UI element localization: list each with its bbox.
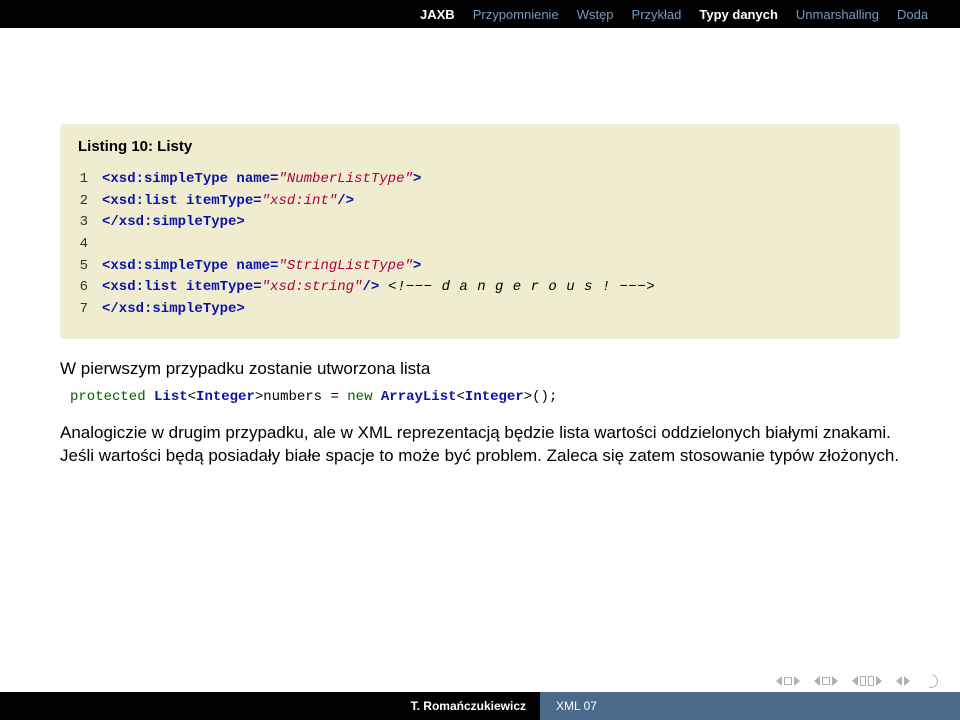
nav-frame-prev-next[interactable]	[814, 676, 838, 686]
nav-doc-prev-next[interactable]	[896, 676, 910, 686]
nav-item-wstep[interactable]: Wstęp	[577, 7, 614, 22]
prev-doc-icon[interactable]	[896, 676, 902, 686]
replay-icon[interactable]	[921, 671, 940, 690]
next-section-icon[interactable]	[876, 676, 882, 686]
paragraph-2: Analogiczie w drugim przypadku, ale w XM…	[60, 421, 900, 469]
next-frame-icon[interactable]	[832, 676, 838, 686]
prev-section-icon[interactable]	[852, 676, 858, 686]
footer-bar: T. Romańczukiewicz XML 07	[0, 692, 960, 720]
frame-box-icon	[822, 677, 830, 685]
paragraph-1: W pierwszym przypadku zostanie utworzona…	[60, 357, 900, 381]
slide-box-icon	[784, 677, 792, 685]
nav-section-prev-next[interactable]	[852, 676, 882, 686]
slide-content: Listing 10: Listy 1<xsd:simpleType name=…	[0, 28, 960, 468]
nav-item-typy-danych[interactable]: Typy danych	[699, 7, 778, 22]
prev-slide-icon[interactable]	[776, 676, 782, 686]
nav-item-jaxb[interactable]: JAXB	[420, 7, 455, 22]
next-slide-icon[interactable]	[794, 676, 800, 686]
next-doc-icon[interactable]	[904, 676, 910, 686]
nav-slide-prev-next[interactable]	[776, 676, 800, 686]
code-listing-box: Listing 10: Listy 1<xsd:simpleType name=…	[60, 124, 900, 339]
beamer-nav-icons	[776, 674, 938, 688]
nav-item-doda[interactable]: Doda	[897, 7, 928, 22]
topic-nav-bar: JAXB Przypomnienie Wstęp Przykład Typy d…	[0, 0, 960, 28]
prev-frame-icon[interactable]	[814, 676, 820, 686]
footer-title: XML 07	[540, 692, 960, 720]
nav-item-przyklad[interactable]: Przykład	[632, 7, 682, 22]
java-prototype: protected List<Integer>numbers = new Arr…	[70, 389, 900, 405]
code-block: 1<xsd:simpleType name="NumberListType"> …	[78, 169, 882, 321]
section-box-icon-2	[868, 676, 874, 686]
listing-title: Listing 10: Listy	[78, 138, 882, 155]
nav-item-przypomnienie[interactable]: Przypomnienie	[473, 7, 559, 22]
nav-item-unmarshalling[interactable]: Unmarshalling	[796, 7, 879, 22]
footer-author: T. Romańczukiewicz	[0, 699, 540, 713]
section-box-icon	[860, 676, 866, 686]
